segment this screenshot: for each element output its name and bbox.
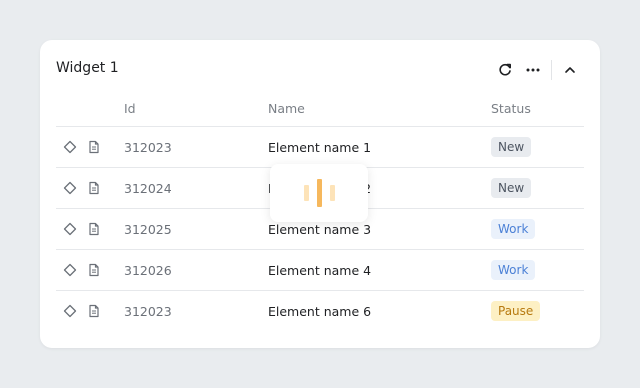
id-header: Id (124, 100, 136, 116)
document-icon[interactable] (86, 303, 102, 319)
row-id: 312025 (124, 208, 268, 250)
row-name: Element name 1 (268, 126, 491, 168)
widget-card: Widget 1 Id Name Status 312023 Element n… (40, 40, 600, 348)
table-row[interactable]: 312026 Element name 4 Work (56, 249, 584, 291)
row-name: Element name 4 (268, 249, 491, 291)
document-icon[interactable] (86, 139, 102, 155)
diamond-icon[interactable] (62, 262, 78, 278)
diamond-icon[interactable] (62, 139, 78, 155)
status-badge: New (491, 137, 532, 157)
row-name: Element name 6 (268, 290, 491, 331)
row-status-cell: Work (491, 208, 584, 250)
status-header: Status (491, 100, 531, 116)
row-id: 312023 (124, 290, 268, 331)
document-icon[interactable] (86, 221, 102, 237)
name-header: Name (268, 100, 305, 116)
status-badge: Pause (491, 301, 541, 321)
loading-indicator (270, 164, 368, 222)
loader-bar-right (329, 185, 335, 201)
document-icon[interactable] (86, 180, 102, 196)
more-icon (526, 68, 540, 72)
row-status-cell: New (491, 126, 584, 168)
refresh-icon (499, 63, 511, 76)
row-actions (56, 126, 124, 168)
table-body: 312023Element name 1New312024Element nam… (56, 126, 584, 331)
row-actions (56, 290, 124, 331)
table-header-row: Id Name Status (56, 90, 584, 127)
table-row[interactable]: 312023 Element name 1 New (56, 126, 584, 168)
row-id: 312026 (124, 249, 268, 291)
diamond-icon[interactable] (62, 221, 78, 237)
more-button[interactable] (519, 58, 547, 82)
row-actions (56, 167, 124, 209)
loader-bar-center (316, 179, 322, 207)
status-badge: New (491, 178, 532, 198)
diamond-icon[interactable] (62, 303, 78, 319)
row-id: 312024 (124, 167, 268, 209)
row-actions (56, 249, 124, 291)
collapse-button[interactable] (556, 58, 584, 82)
widget-title: Widget 1 (56, 60, 119, 76)
actions-header (56, 90, 124, 127)
document-icon[interactable] (86, 262, 102, 278)
row-actions (56, 208, 124, 250)
loader-bar-left (303, 185, 309, 201)
toolbar-divider (551, 60, 552, 80)
chevron-up-icon (565, 67, 575, 73)
row-status-cell: Work (491, 249, 584, 291)
widget-toolbar (491, 58, 584, 82)
refresh-button[interactable] (491, 58, 519, 82)
diamond-icon[interactable] (62, 180, 78, 196)
status-badge: Work (491, 260, 536, 280)
table-row[interactable]: 312023 Element name 6 Pause (56, 290, 584, 331)
status-badge: Work (491, 219, 536, 239)
row-status-cell: New (491, 167, 584, 209)
row-status-cell: Pause (491, 290, 584, 331)
row-id: 312023 (124, 126, 268, 168)
